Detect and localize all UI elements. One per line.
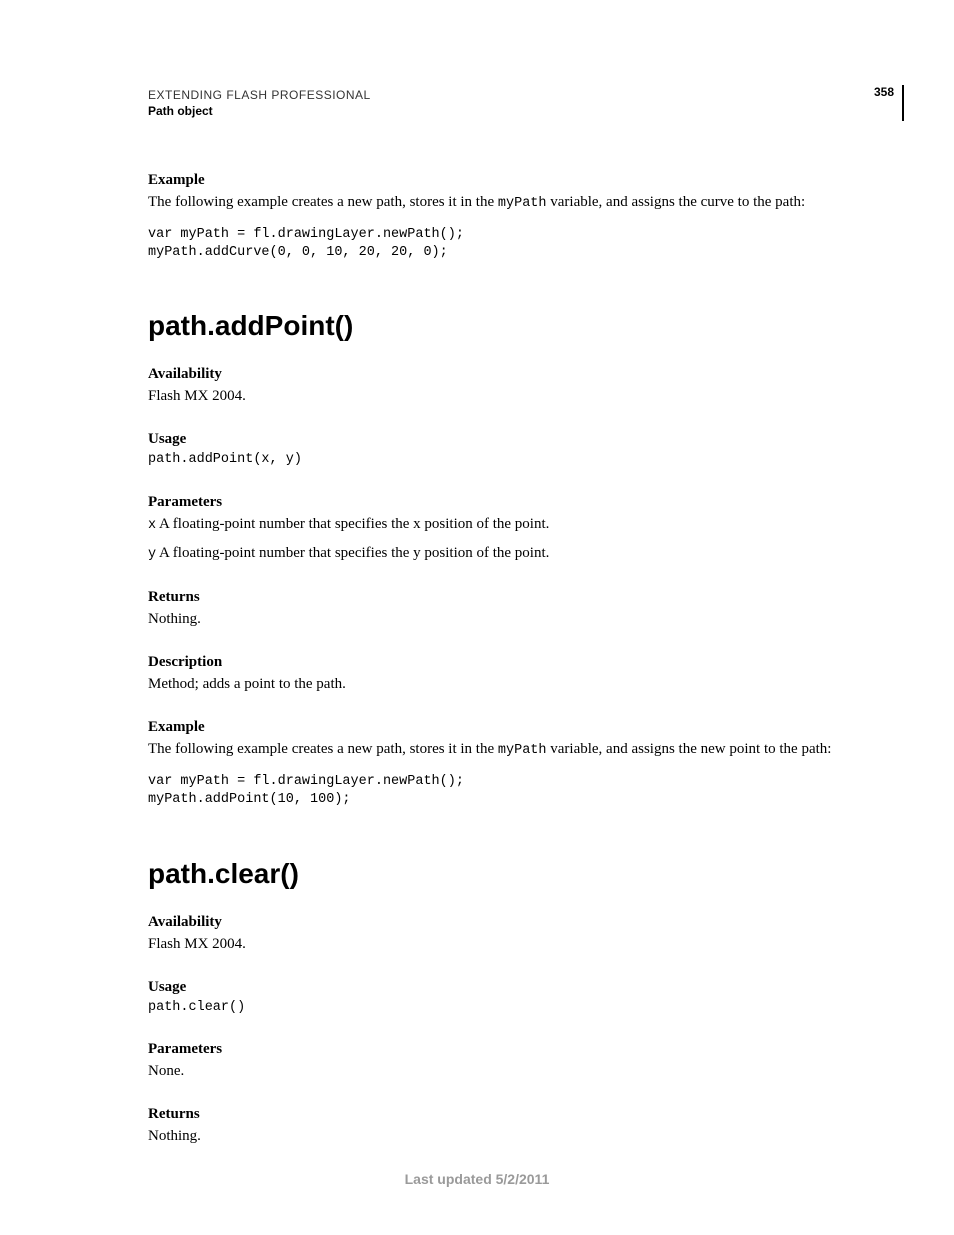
parameter-y: y A floating-point number that specifies…: [148, 543, 854, 565]
parameters-heading: Parameters: [148, 1041, 854, 1058]
example-heading: Example: [148, 719, 854, 736]
availability-text: Flash MX 2004.: [148, 934, 854, 955]
text-span: variable, and assigns the curve to the p…: [547, 194, 806, 210]
header-left: EXTENDING FLASH PROFESSIONAL Path object: [148, 88, 874, 118]
italic-text: y: [413, 545, 421, 561]
returns-heading: Returns: [148, 589, 854, 606]
availability-text: Flash MX 2004.: [148, 386, 854, 407]
section-label: Path object: [148, 104, 874, 118]
text-span: variable, and assigns the new point to t…: [547, 741, 832, 757]
availability-heading: Availability: [148, 914, 854, 931]
parameters-heading: Parameters: [148, 494, 854, 511]
document-title: EXTENDING FLASH PROFESSIONAL: [148, 88, 874, 102]
main-content: Example The following example creates a …: [148, 172, 854, 1147]
text-span: The following example creates a new path…: [148, 741, 498, 757]
description-heading: Description: [148, 654, 854, 671]
text-span: position of the point.: [421, 545, 550, 561]
page-header: EXTENDING FLASH PROFESSIONAL Path object…: [148, 88, 854, 124]
description-text: Method; adds a point to the path.: [148, 674, 854, 695]
example-text: The following example creates a new path…: [148, 739, 854, 761]
code-inline: myPath: [498, 743, 547, 758]
text-span: The following example creates a new path…: [148, 194, 498, 210]
code-block: var myPath = fl.drawingLayer.newPath(); …: [148, 773, 854, 809]
usage-code: path.addPoint(x, y): [148, 451, 854, 469]
usage-heading: Usage: [148, 431, 854, 448]
method-heading-clear: path.clear(): [148, 858, 854, 890]
parameters-text: None.: [148, 1061, 854, 1082]
example-heading: Example: [148, 172, 854, 189]
page-content: EXTENDING FLASH PROFESSIONAL Path object…: [0, 0, 954, 1147]
returns-text: Nothing.: [148, 1126, 854, 1147]
page-footer: Last updated 5/2/2011: [0, 1171, 954, 1187]
returns-text: Nothing.: [148, 609, 854, 630]
example-text: The following example creates a new path…: [148, 192, 854, 214]
code-block: var myPath = fl.drawingLayer.newPath(); …: [148, 226, 854, 262]
param-name: y: [148, 547, 156, 562]
text-span: A floating-point number that specifies t…: [156, 545, 413, 561]
returns-heading: Returns: [148, 1106, 854, 1123]
text-span: position of the point.: [421, 516, 550, 532]
text-span: A floating-point number that specifies t…: [156, 516, 413, 532]
param-name: x: [148, 518, 156, 533]
parameter-x: x A floating-point number that specifies…: [148, 514, 854, 536]
code-inline: myPath: [498, 196, 547, 211]
usage-heading: Usage: [148, 979, 854, 996]
availability-heading: Availability: [148, 366, 854, 383]
italic-text: x: [413, 516, 421, 532]
page-number: 358: [874, 85, 904, 121]
usage-code: path.clear(): [148, 999, 854, 1017]
method-heading-addpoint: path.addPoint(): [148, 310, 854, 342]
